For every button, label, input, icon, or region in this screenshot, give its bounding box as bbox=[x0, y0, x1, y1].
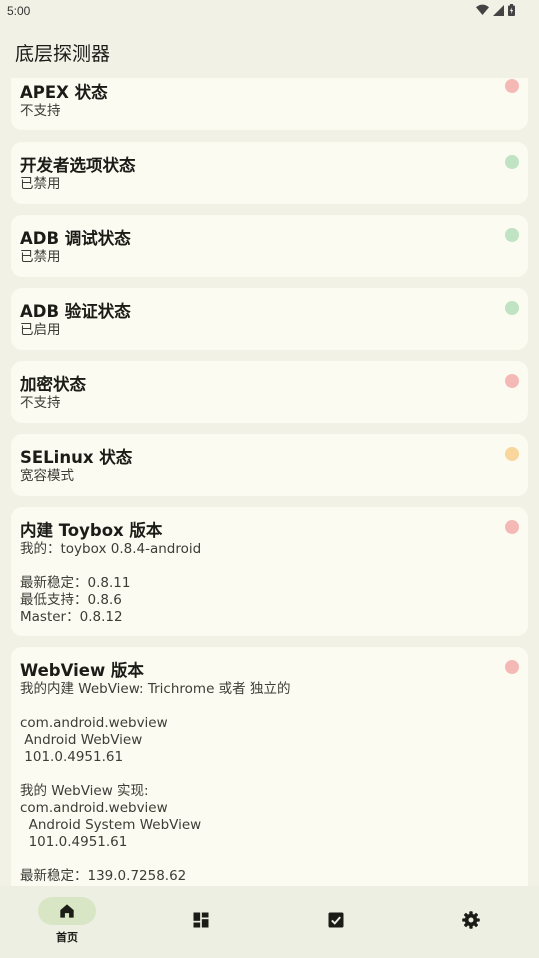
status-dot-green bbox=[505, 301, 519, 315]
card-webview: WebView 版本 我的内建 WebView: Trichrome 或者 独立… bbox=[11, 647, 528, 886]
card-title: 开发者选项状态 bbox=[20, 156, 136, 175]
bottom-navigation: 首页 bbox=[0, 886, 539, 958]
info-list[interactable]: APEX 状态 不支持 开发者选项状态 已禁用 ADB 调试状态 已禁用 ADB… bbox=[0, 78, 539, 886]
signal-icon bbox=[493, 4, 504, 16]
status-time: 5:00 bbox=[7, 4, 31, 18]
nav-item-dashboard[interactable] bbox=[134, 886, 268, 958]
nav-item-settings[interactable] bbox=[404, 886, 538, 958]
nav-item-checklist[interactable] bbox=[269, 886, 403, 958]
card-adb-auth: ADB 验证状态 已启用 bbox=[11, 288, 528, 350]
status-dot-green bbox=[505, 155, 519, 169]
checkbox-icon bbox=[328, 912, 344, 928]
card-apex: APEX 状态 不支持 bbox=[11, 78, 528, 130]
card-title: 加密状态 bbox=[20, 375, 86, 394]
card-value: 我的：toybox 0.8.4-android 最新稳定：0.8.11 最低支持… bbox=[20, 541, 202, 625]
card-toybox: 内建 Toybox 版本 我的：toybox 0.8.4-android 最新稳… bbox=[11, 507, 528, 636]
app-bar: 底层探测器 bbox=[0, 24, 539, 78]
card-title: APEX 状态 bbox=[20, 83, 108, 102]
card-selinux: SELinux 状态 宽容模式 bbox=[11, 434, 528, 496]
card-title: 内建 Toybox 版本 bbox=[20, 521, 163, 540]
status-dot-red bbox=[505, 374, 519, 388]
card-title: ADB 调试状态 bbox=[20, 229, 131, 248]
home-icon bbox=[60, 904, 74, 918]
card-adb-debug: ADB 调试状态 已禁用 bbox=[11, 215, 528, 277]
status-icons bbox=[476, 4, 515, 16]
status-bar: 5:00 bbox=[0, 0, 539, 24]
status-dot-red bbox=[505, 660, 519, 674]
wifi-icon bbox=[476, 4, 489, 15]
card-value: 我的内建 WebView: Trichrome 或者 独立的 com.andro… bbox=[20, 681, 291, 884]
card-value: 不支持 bbox=[20, 395, 61, 411]
card-title: SELinux 状态 bbox=[20, 448, 133, 467]
dashboard-icon bbox=[193, 912, 209, 928]
nav-item-home[interactable]: 首页 bbox=[0, 886, 134, 958]
status-dot-yellow bbox=[505, 447, 519, 461]
card-title: WebView 版本 bbox=[20, 661, 144, 680]
card-value: 已启用 bbox=[20, 322, 61, 338]
battery-icon bbox=[508, 4, 515, 16]
card-value: 已禁用 bbox=[20, 249, 61, 265]
nav-item-label: 首页 bbox=[56, 931, 78, 944]
card-title: ADB 验证状态 bbox=[20, 302, 131, 321]
card-value: 已禁用 bbox=[20, 176, 61, 192]
card-value: 不支持 bbox=[20, 103, 61, 119]
status-dot-red bbox=[505, 520, 519, 534]
status-dot-green bbox=[505, 228, 519, 242]
card-developer-options: 开发者选项状态 已禁用 bbox=[11, 142, 528, 204]
page-title: 底层探测器 bbox=[15, 43, 111, 65]
card-encryption: 加密状态 不支持 bbox=[11, 361, 528, 423]
card-value: 宽容模式 bbox=[20, 468, 74, 484]
status-dot-red bbox=[505, 79, 519, 93]
gear-icon bbox=[462, 911, 480, 929]
